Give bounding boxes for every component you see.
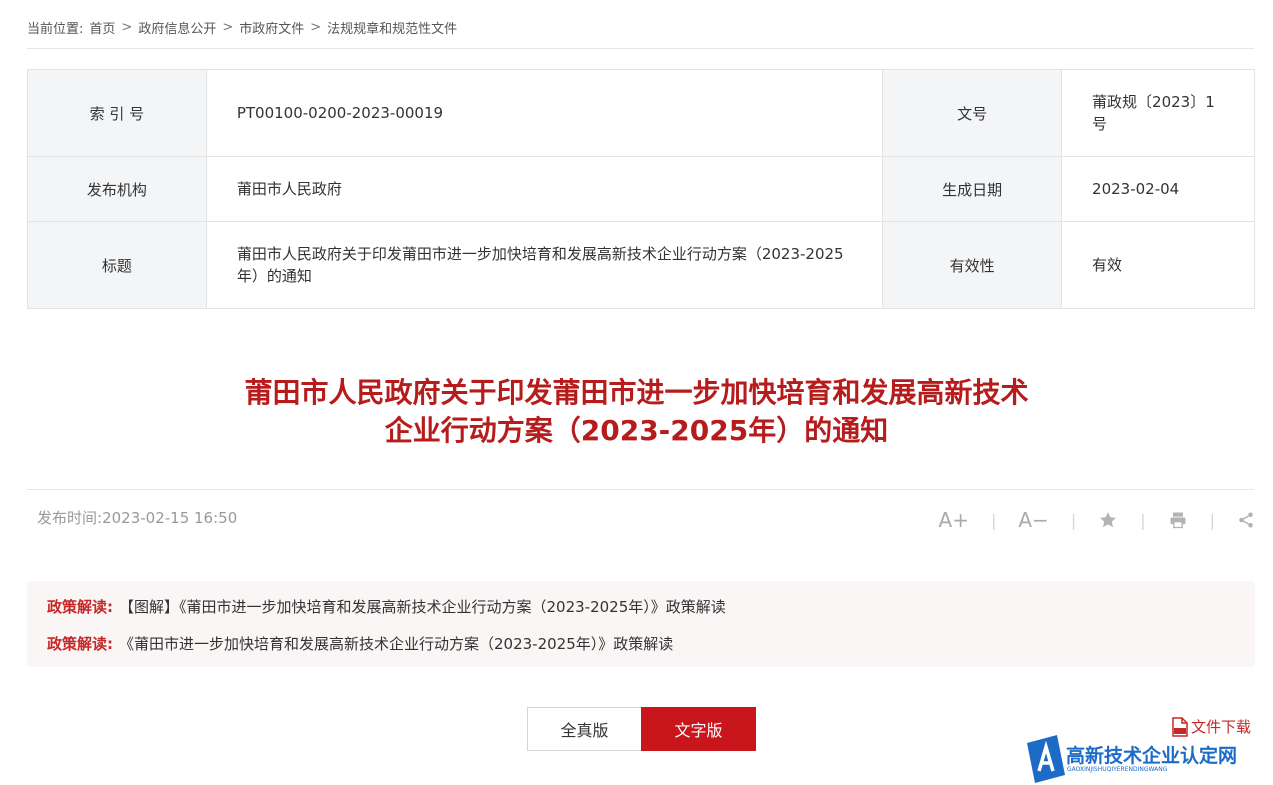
toolbar-separator: | bbox=[1070, 510, 1077, 530]
policy-item: 政策解读: 【图解】《莆田市进一步加快培育和发展高新技术企业行动方案（2023-2… bbox=[47, 596, 726, 617]
toolbar-separator: | bbox=[990, 510, 997, 530]
breadcrumb-separator: > bbox=[222, 20, 234, 35]
table-row: 标题 莆田市人民政府关于印发莆田市进一步加快培育和发展高新技术企业行动方案（20… bbox=[27, 221, 1255, 309]
toolbar-separator: | bbox=[1140, 510, 1146, 530]
page-title: 莆田市人民政府关于印发莆田市进一步加快培育和发展高新技术 企业行动方案（2023… bbox=[0, 374, 1273, 450]
article-toolbar: A+ | A− | | | bbox=[939, 507, 1255, 533]
policy-link-text[interactable]: 《莆田市进一步加快培育和发展高新技术企业行动方案（2023-2025年）》政策解… bbox=[119, 635, 673, 653]
watermark: 高新技术企业认定网 GAOXINJISHUQIYERENDINGWANG bbox=[1027, 735, 1273, 785]
index-value: PT00100-0200-2023-00019 bbox=[205, 69, 884, 157]
publisher-label: 发布机构 bbox=[27, 156, 207, 222]
breadcrumb-separator: > bbox=[121, 20, 133, 35]
page-title-line-1: 莆田市人民政府关于印发莆田市进一步加快培育和发展高新技术 bbox=[244, 376, 1029, 409]
watermark-subtitle: GAOXINJISHUQIYERENDINGWANG bbox=[1067, 766, 1168, 773]
document-meta-table: 索 引 号 PT00100-0200-2023-00019 文号 莆政规〔202… bbox=[27, 69, 1255, 309]
breadcrumb-separator: > bbox=[310, 20, 322, 35]
publish-time-label: 发布时间: bbox=[37, 509, 103, 527]
table-row: 发布机构 莆田市人民政府 生成日期 2023-02-04 bbox=[27, 156, 1255, 222]
file-download-link[interactable]: 文件下载 bbox=[1171, 716, 1251, 737]
docno-label: 文号 bbox=[882, 69, 1063, 157]
publisher-value: 莆田市人民政府 bbox=[205, 156, 884, 222]
date-value: 2023-02-04 bbox=[1061, 156, 1255, 222]
docno-value: 莆政规〔2023〕1号 bbox=[1061, 69, 1255, 157]
policy-item: 政策解读: 《莆田市进一步加快培育和发展高新技术企业行动方案（2023-2025年… bbox=[47, 633, 673, 654]
table-row: 索 引 号 PT00100-0200-2023-00019 文号 莆政规〔202… bbox=[27, 69, 1255, 157]
date-label: 生成日期 bbox=[882, 156, 1063, 222]
breadcrumb-city-docs[interactable]: 市政府文件 bbox=[239, 18, 304, 37]
text-version-button[interactable]: 文字版 bbox=[641, 707, 756, 751]
full-version-button[interactable]: 全真版 bbox=[527, 707, 641, 751]
divider bbox=[27, 489, 1254, 490]
view-mode-switch: 全真版 文字版 bbox=[527, 707, 756, 751]
watermark-logo-icon bbox=[1027, 735, 1065, 783]
policy-label: 政策解读: bbox=[47, 598, 113, 616]
page-title-line-2: 企业行动方案（2023-2025年）的通知 bbox=[384, 414, 889, 447]
divider bbox=[27, 48, 1254, 49]
print-icon[interactable] bbox=[1168, 507, 1188, 533]
policy-link-graphic[interactable]: 【图解】《莆田市进一步加快培育和发展高新技术企业行动方案（2023-2025年）… bbox=[119, 598, 726, 616]
validity-value: 有效 bbox=[1061, 221, 1255, 309]
toolbar-separator: | bbox=[1209, 510, 1215, 530]
breadcrumb-prefix: 当前位置: bbox=[27, 22, 84, 37]
validity-label: 有效性 bbox=[882, 221, 1063, 309]
font-increase-button[interactable]: A+ bbox=[939, 507, 969, 533]
breadcrumb-home[interactable]: 首页 bbox=[89, 18, 115, 37]
publish-time: 发布时间:2023-02-15 16:50 bbox=[37, 507, 237, 528]
index-label: 索 引 号 bbox=[27, 69, 207, 157]
file-download-label: 文件下载 bbox=[1191, 718, 1252, 736]
pdf-icon bbox=[1172, 716, 1188, 737]
font-decrease-button[interactable]: A− bbox=[1018, 507, 1048, 533]
policy-label: 政策解读: bbox=[47, 635, 113, 653]
title-label: 标题 bbox=[27, 221, 207, 309]
watermark-title: 高新技术企业认定网 bbox=[1066, 745, 1238, 767]
share-icon[interactable] bbox=[1237, 507, 1255, 533]
title-value: 莆田市人民政府关于印发莆田市进一步加快培育和发展高新技术企业行动方案（2023-… bbox=[205, 221, 884, 309]
breadcrumb: 当前位置: 首页 > 政府信息公开 > 市政府文件 > 法规规章和规范性文件 bbox=[27, 18, 457, 37]
star-icon[interactable] bbox=[1098, 507, 1118, 533]
publish-time-value: 2023-02-15 16:50 bbox=[102, 509, 238, 527]
breadcrumb-regulations[interactable]: 法规规章和规范性文件 bbox=[327, 18, 457, 37]
breadcrumb-gov-info[interactable]: 政府信息公开 bbox=[138, 18, 216, 37]
policy-interpretation-box: 政策解读: 【图解】《莆田市进一步加快培育和发展高新技术企业行动方案（2023-2… bbox=[27, 581, 1255, 667]
